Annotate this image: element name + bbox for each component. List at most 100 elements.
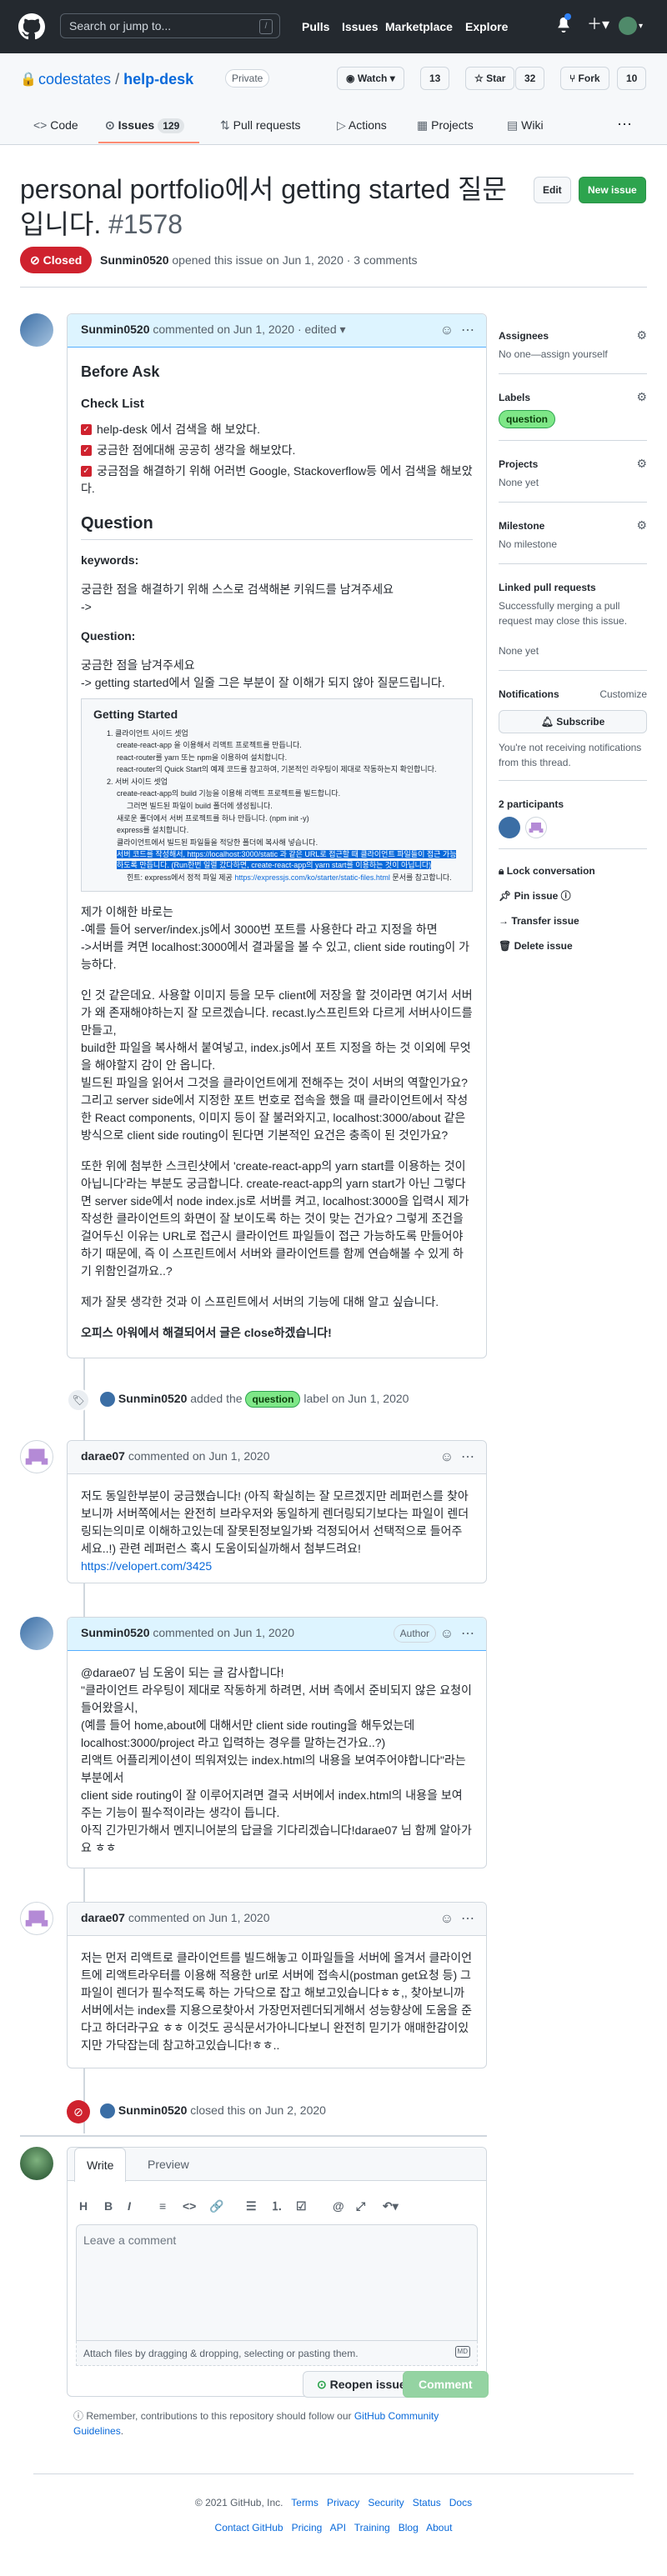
gear-icon[interactable]: ⚙: [636, 455, 647, 473]
nav-pulls[interactable]: Pulls: [302, 18, 329, 36]
tab-actions[interactable]: ▷ Actions: [337, 117, 387, 134]
search-input[interactable]: Search or jump to... /: [60, 13, 280, 38]
customize-link[interactable]: Customize: [599, 687, 647, 702]
footer-link-training[interactable]: Training: [354, 2522, 390, 2533]
footer-link-docs[interactable]: Docs: [449, 2497, 472, 2508]
subscribe-button[interactable]: 🔔︎ Subscribe: [499, 710, 647, 733]
kebab-horizontal-icon[interactable]: ⋯: [461, 1627, 474, 1641]
comment-meta[interactable]: commented on Jun 1, 2020: [128, 1449, 270, 1463]
smiley-icon[interactable]: ☺: [440, 1912, 454, 1926]
reply-icon[interactable]: ↶▾: [383, 2198, 399, 2215]
reference-link[interactable]: https://velopert.com/3425: [81, 1558, 473, 1575]
footer-link-security[interactable]: Security: [368, 2497, 404, 2508]
footer-link-privacy[interactable]: Privacy: [327, 2497, 359, 2508]
smiley-icon[interactable]: ☺: [440, 1450, 454, 1464]
watch-count[interactable]: 13: [420, 67, 450, 90]
checkbox-checked-icon[interactable]: ✓: [81, 424, 92, 436]
transfer-issue[interactable]: → Transfer issue: [499, 913, 579, 928]
repo-name-link[interactable]: help-desk: [123, 71, 193, 88]
milestone-heading[interactable]: Milestone: [499, 518, 544, 533]
comment-meta[interactable]: commented on Jun 1, 2020: [153, 1626, 294, 1639]
footer-link-pricing[interactable]: Pricing: [292, 2522, 323, 2533]
pin-issue[interactable]: 📌︎ Pin issue ⓘ: [499, 888, 571, 903]
mention-icon[interactable]: @: [333, 2198, 344, 2215]
kebab-horizontal-icon[interactable]: ⋯: [461, 1450, 474, 1464]
tab-pull-requests[interactable]: ⇅ Pull requests: [220, 117, 301, 134]
bold-icon[interactable]: B: [104, 2198, 113, 2215]
footer-link-status[interactable]: Status: [413, 2497, 441, 2508]
avatar[interactable]: [20, 1902, 53, 1935]
tab-preview[interactable]: Preview: [136, 2148, 201, 2181]
comment-author[interactable]: Sunmin0520: [81, 1626, 149, 1639]
plus-icon[interactable]: ＋▾: [587, 13, 609, 36]
tab-code[interactable]: <> Code: [33, 117, 78, 134]
tab-write[interactable]: Write: [74, 2148, 127, 2182]
smiley-icon[interactable]: ☺: [440, 1627, 454, 1641]
more-tabs-icon[interactable]: ⋯: [617, 113, 632, 136]
checkbox-checked-icon[interactable]: ✓: [81, 445, 92, 457]
avatar[interactable]: [20, 1440, 53, 1473]
chevron-down-icon[interactable]: ▾: [639, 20, 643, 33]
nav-explore[interactable]: Explore: [465, 18, 508, 36]
unordered-list-icon[interactable]: ☰: [246, 2198, 257, 2215]
labels-heading[interactable]: Labels: [499, 390, 530, 405]
tab-wiki[interactable]: ▤ Wiki: [507, 117, 544, 134]
quote-icon[interactable]: ≡: [159, 2198, 166, 2215]
question-label-pill[interactable]: question: [499, 410, 555, 428]
gear-icon[interactable]: ⚙: [636, 517, 647, 534]
kebab-horizontal-icon[interactable]: ⋯: [461, 1912, 474, 1926]
embedded-hint-link[interactable]: https://expressjs.com/ko/starter/static-…: [234, 873, 390, 882]
comment-author[interactable]: Sunmin0520: [81, 323, 149, 336]
fork-button[interactable]: ⑂ Fork: [560, 67, 609, 90]
linked-prs-heading[interactable]: Linked pull requests: [499, 580, 596, 595]
star-button[interactable]: ☆ Star: [465, 67, 515, 90]
avatar[interactable]: [20, 1617, 53, 1650]
assignees-heading[interactable]: Assignees: [499, 328, 549, 343]
comment-meta[interactable]: commented on Jun 1, 2020: [153, 323, 294, 336]
event-actor[interactable]: Sunmin0520: [118, 1392, 187, 1405]
nav-marketplace[interactable]: Marketplace: [385, 18, 453, 36]
user-avatar[interactable]: [619, 17, 637, 35]
delete-issue[interactable]: 🗑︎ Delete issue: [499, 938, 573, 953]
tab-issues[interactable]: ⊙ Issues 129: [105, 117, 185, 134]
smiley-icon[interactable]: ☺: [440, 323, 454, 338]
gear-icon[interactable]: ⚙: [636, 327, 647, 344]
attach-files-area[interactable]: Attach files by dragging & dropping, sel…: [76, 2341, 478, 2366]
assignees-value[interactable]: No one—assign yourself: [499, 347, 608, 362]
lock-conversation[interactable]: 🔒︎ Lock conversation: [499, 863, 595, 878]
watch-button[interactable]: ◉ Watch ▾: [337, 67, 404, 90]
repo-owner-link[interactable]: codestates: [38, 71, 111, 88]
footer-link-terms[interactable]: Terms: [291, 2497, 318, 2508]
edit-button[interactable]: Edit: [534, 177, 571, 203]
footer-link-contact[interactable]: Contact GitHub: [215, 2522, 283, 2533]
fork-count[interactable]: 10: [617, 67, 647, 90]
comment-author[interactable]: darae07: [81, 1449, 125, 1463]
avatar[interactable]: [100, 2103, 115, 2119]
comment-button[interactable]: Comment: [403, 2371, 489, 2398]
link-icon[interactable]: 🔗: [209, 2198, 223, 2215]
footer-link-api[interactable]: API: [330, 2522, 346, 2533]
footer-link-about[interactable]: About: [426, 2522, 452, 2533]
kebab-horizontal-icon[interactable]: ⋯: [461, 323, 474, 338]
code-icon[interactable]: <>: [183, 2198, 196, 2215]
comment-meta[interactable]: commented on Jun 1, 2020: [128, 1911, 270, 1924]
ordered-list-icon[interactable]: ⒈: [271, 2198, 283, 2215]
footer-link-blog[interactable]: Blog: [399, 2522, 419, 2533]
tab-projects[interactable]: ▦ Projects: [417, 117, 474, 134]
gear-icon[interactable]: ⚙: [636, 388, 647, 406]
issue-author-link[interactable]: Sunmin0520: [100, 253, 168, 267]
star-count[interactable]: 32: [515, 67, 545, 90]
italic-icon[interactable]: I: [128, 2198, 131, 2215]
tasklist-icon[interactable]: ☑: [296, 2198, 307, 2215]
edited-dropdown[interactable]: · edited ▾: [298, 323, 346, 336]
participant-avatar[interactable]: [499, 817, 520, 838]
comment-textarea[interactable]: Leave a comment: [76, 2224, 478, 2341]
projects-heading[interactable]: Projects: [499, 457, 538, 472]
event-actor[interactable]: Sunmin0520: [118, 2103, 187, 2117]
heading-icon[interactable]: H: [79, 2198, 88, 2215]
avatar[interactable]: [100, 1392, 115, 1408]
cross-reference-icon[interactable]: ⤢: [356, 2198, 365, 2215]
new-issue-button[interactable]: New issue: [579, 177, 646, 203]
comment-author[interactable]: darae07: [81, 1911, 125, 1924]
avatar[interactable]: [20, 313, 53, 347]
